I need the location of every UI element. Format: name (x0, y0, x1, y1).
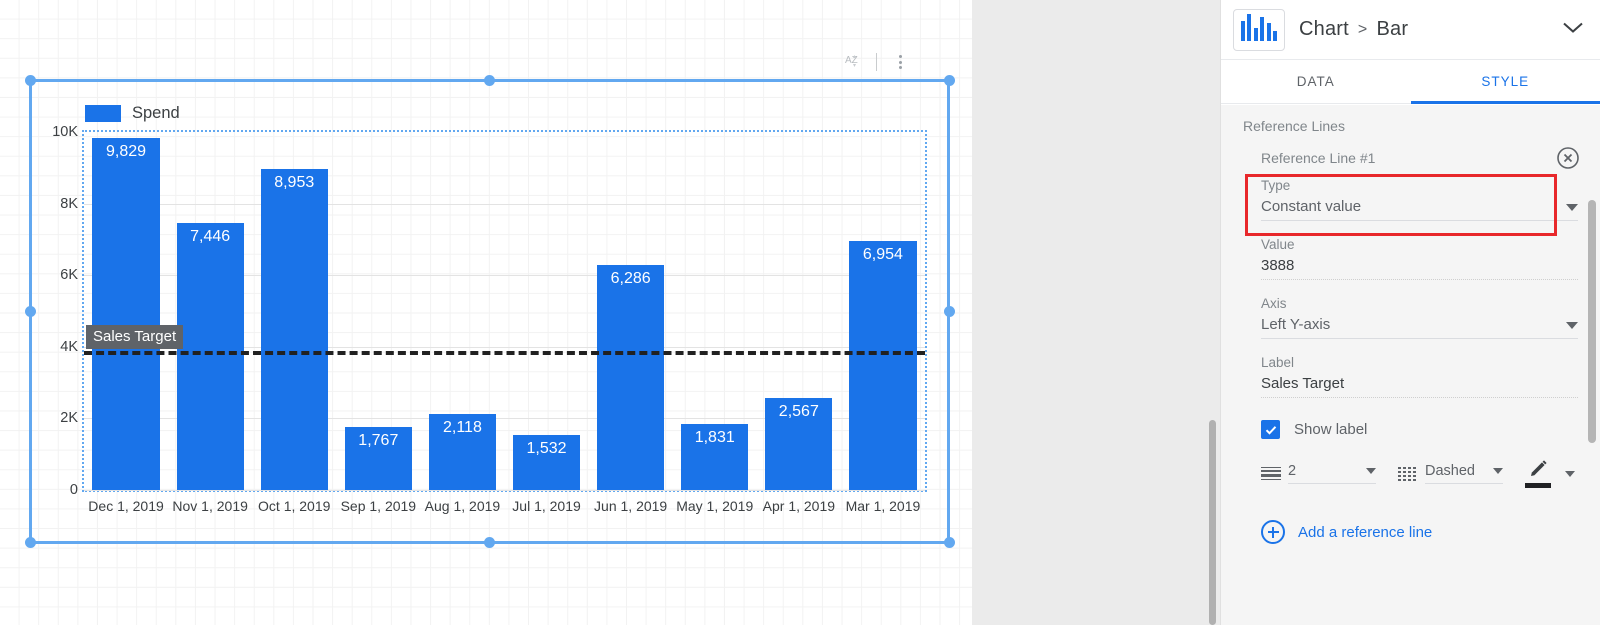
line-color-picker[interactable] (1525, 459, 1551, 488)
pencil-icon (1531, 460, 1547, 476)
chevron-down-icon[interactable] (1560, 19, 1586, 40)
axis-field[interactable]: Axis Left Y-axis (1221, 282, 1600, 341)
caret-down-icon[interactable] (1565, 470, 1575, 477)
axis-field-value: Left Y-axis (1261, 316, 1331, 333)
caret-down-icon[interactable] (1493, 468, 1503, 474)
line-weight-icon (1261, 467, 1281, 480)
resize-handle-middle-left[interactable] (25, 306, 36, 317)
add-reference-line-button[interactable]: Add a reference line (1221, 494, 1600, 550)
show-label-row[interactable]: Show label (1221, 400, 1600, 445)
resize-handle-middle-right[interactable] (944, 306, 955, 317)
panel-tabs: DATA STYLE (1221, 60, 1600, 104)
panel-vertical-scrollbar[interactable] (1588, 200, 1596, 443)
line-dash-icon (1398, 466, 1417, 481)
reference-line-1-name: Reference Line #1 (1261, 150, 1376, 166)
resize-handle-top-right[interactable] (944, 75, 955, 86)
label-field-value[interactable]: Sales Target (1261, 375, 1344, 392)
resize-handle-bottom-center[interactable] (484, 537, 495, 548)
plus-circle-icon (1261, 520, 1285, 544)
value-field[interactable]: Value 3888 (1221, 223, 1600, 282)
svg-text:AZ: AZ (845, 55, 858, 66)
value-field-label: Value (1261, 237, 1295, 252)
resize-handle-bottom-left[interactable] (25, 537, 36, 548)
page-title: Chart > Bar (1299, 18, 1408, 41)
breadcrumb-separator: > (1357, 20, 1368, 38)
tab-style[interactable]: STYLE (1410, 60, 1600, 104)
toolbar-divider (876, 53, 877, 71)
resize-handle-top-left[interactable] (25, 75, 36, 86)
type-field-value: Constant value (1261, 198, 1362, 215)
show-label-text: Show label (1294, 421, 1368, 438)
line-dash-value: Dashed (1425, 463, 1475, 479)
canvas-outside-area (972, 0, 1220, 625)
more-vert-icon[interactable] (887, 49, 913, 75)
canvas-vertical-scrollbar[interactable] (1209, 420, 1216, 625)
axis-field-label: Axis (1261, 296, 1287, 311)
close-circle-icon[interactable] (1556, 146, 1580, 170)
caret-down-icon[interactable] (1566, 204, 1578, 211)
line-color-swatch (1525, 483, 1551, 488)
add-reference-line-label: Add a reference line (1298, 523, 1433, 541)
section-title-reference-lines: Reference Lines (1243, 118, 1345, 134)
reference-line-1-row: Reference Line #1 (1221, 140, 1600, 176)
line-weight-select[interactable]: 2 (1288, 463, 1376, 484)
panel-title-bar: Bar (1376, 18, 1409, 40)
line-weight-value: 2 (1288, 463, 1297, 479)
chart-toolbar: AZ (840, 48, 950, 76)
panel-title-chart: Chart (1299, 18, 1349, 40)
bar-chart-icon[interactable] (1233, 8, 1285, 51)
resize-handle-bottom-right[interactable] (944, 537, 955, 548)
tab-data[interactable]: DATA (1221, 60, 1411, 103)
style-settings-body: Reference Lines Reference Line #1 Type C… (1221, 105, 1600, 625)
show-label-checkbox[interactable] (1261, 420, 1280, 439)
properties-panel: Chart > Bar DATA STYLE Reference Lines R… (1220, 0, 1600, 625)
label-field[interactable]: Label Sales Target (1221, 341, 1600, 400)
label-field-label: Label (1261, 355, 1295, 370)
type-field-label: Type (1261, 178, 1291, 193)
line-style-row: 2 Dashed (1221, 445, 1600, 494)
caret-down-icon[interactable] (1566, 322, 1578, 329)
type-field[interactable]: Type Constant value (1221, 176, 1600, 223)
caret-down-icon[interactable] (1366, 468, 1376, 474)
resize-handle-top-center[interactable] (484, 75, 495, 86)
sort-az-icon[interactable]: AZ (840, 49, 866, 75)
panel-header: Chart > Bar (1221, 0, 1600, 60)
line-dash-select[interactable]: Dashed (1425, 463, 1503, 484)
chart-selection-frame (25, 75, 955, 548)
value-field-value[interactable]: 3888 (1261, 257, 1294, 274)
